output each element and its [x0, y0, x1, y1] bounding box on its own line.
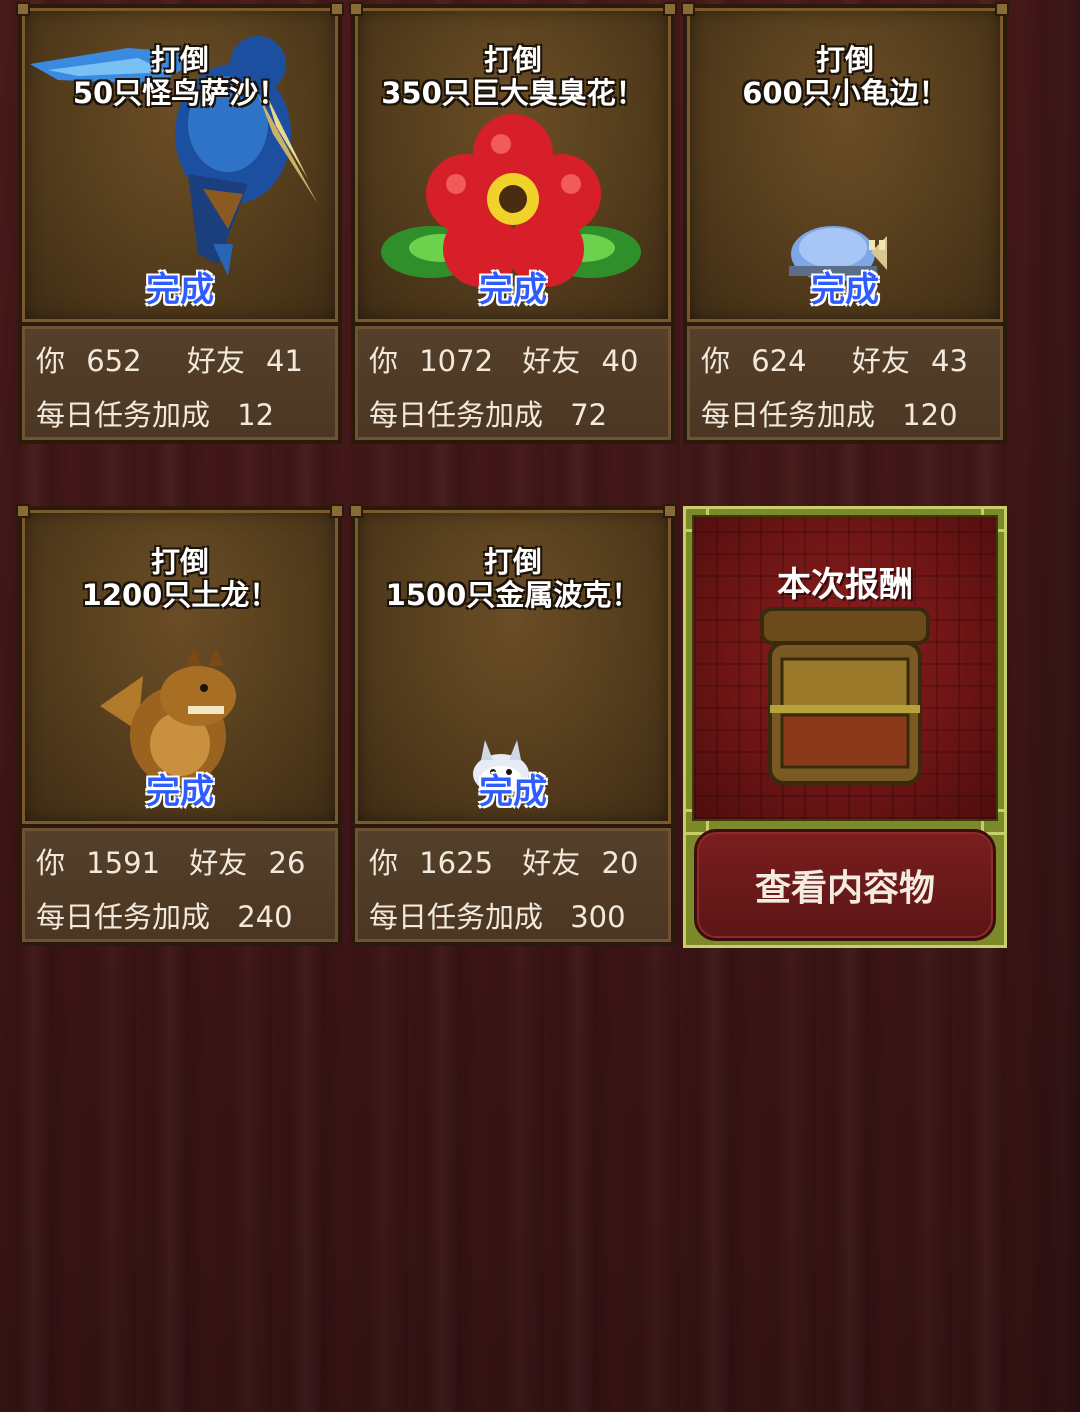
you-label: 你 [36, 344, 66, 378]
daily-bonus-value: 300 [570, 900, 626, 934]
background-curtain-edge [1008, 0, 1080, 1412]
challenge-card[interactable]: 打倒 350只巨大臭臭花！ 完成 你 1072 好友 40 每日任务加成 72 [349, 2, 677, 444]
daily-bonus-value: 12 [237, 398, 275, 432]
card-title: 打倒 600只小龟边！ [742, 43, 948, 110]
you-value: 1591 [86, 846, 161, 880]
daily-bonus-label: 每日任务加成 [701, 398, 876, 432]
you-value: 652 [86, 344, 142, 378]
daily-bonus-value: 240 [237, 900, 293, 934]
you-label: 你 [369, 344, 399, 378]
challenge-card[interactable]: 打倒 50只怪鸟萨沙！ 完成 你 652 好友 41 每日任务加成 12 [16, 2, 344, 444]
reward-card: 本次报酬 查看内容物 [683, 506, 1007, 948]
complete-status: 完成 [811, 270, 879, 310]
treasure-chest-icon [760, 607, 930, 785]
card-title: 打倒 1200只土龙！ [81, 545, 279, 612]
you-value: 1625 [419, 846, 494, 880]
you-value: 624 [751, 344, 807, 378]
daily-bonus-label: 每日任务加成 [36, 900, 211, 934]
complete-status: 完成 [146, 772, 214, 812]
challenge-card[interactable]: 打倒 1200只土龙！ 完成 你 1591 好友 26 每日任务加成 240 [16, 504, 344, 946]
complete-status: 完成 [146, 270, 214, 310]
card-title: 打倒 350只巨大臭臭花！ [381, 43, 645, 110]
you-label: 你 [36, 846, 66, 880]
friend-value: 26 [268, 846, 306, 880]
view-contents-button[interactable]: 查看内容物 [694, 829, 996, 941]
card-title: 打倒 50只怪鸟萨沙！ [72, 43, 288, 110]
friend-label: 好友 [186, 344, 245, 378]
challenge-card[interactable]: 打倒 600只小龟边！ 完成 你 624 好友 43 每日任务加成 120 [681, 2, 1009, 444]
friend-value: 40 [601, 344, 639, 378]
daily-bonus-label: 每日任务加成 [369, 398, 544, 432]
friend-label: 好友 [522, 344, 581, 378]
complete-status: 完成 [479, 270, 547, 310]
daily-bonus-label: 每日任务加成 [369, 900, 544, 934]
you-label: 你 [369, 846, 399, 880]
daily-bonus-label: 每日任务加成 [36, 398, 211, 432]
complete-status: 完成 [479, 772, 547, 812]
challenge-card[interactable]: 打倒 1500只金属波克！ 完成 你 1625 好友 20 每日任务加成 300 [349, 504, 677, 946]
you-value: 1072 [419, 344, 494, 378]
friend-value: 20 [601, 846, 639, 880]
daily-bonus-value: 72 [570, 398, 608, 432]
you-label: 你 [701, 344, 731, 378]
friend-label: 好友 [851, 344, 910, 378]
friend-label: 好友 [522, 846, 581, 880]
friend-value: 41 [266, 344, 303, 378]
friend-value: 43 [931, 344, 968, 378]
daily-bonus-value: 120 [902, 398, 958, 432]
card-title: 打倒 1500只金属波克！ [385, 545, 641, 612]
friend-label: 好友 [189, 846, 248, 880]
